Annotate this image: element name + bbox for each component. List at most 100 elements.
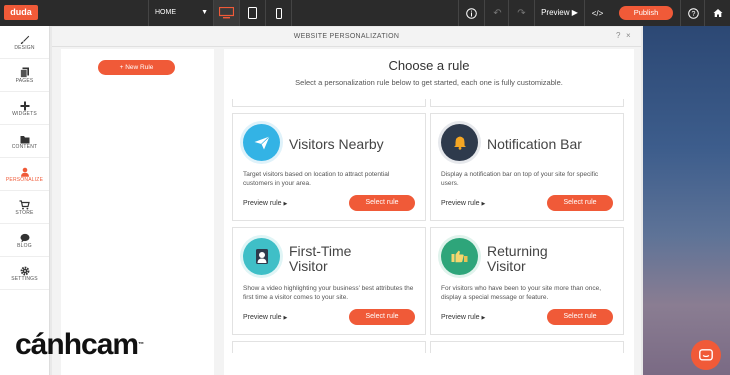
chat-bubble-icon — [0, 230, 49, 243]
card-description: For visitors who have been to your site … — [441, 285, 602, 301]
undo-icon: ↶ — [493, 7, 502, 19]
preview-rule-link[interactable]: Preview rule ▶ — [441, 200, 485, 207]
gear-icon — [0, 263, 49, 276]
code-button[interactable]: </> — [584, 0, 610, 26]
sidebar-item-label: CONTENT — [11, 144, 38, 150]
preview-rule-link[interactable]: Preview rule ▶ — [243, 314, 287, 321]
redo-icon: ↷ — [517, 7, 526, 19]
card-description: Show a video highlighting your business'… — [243, 285, 414, 301]
rule-card-partial — [430, 341, 624, 353]
home-button[interactable] — [704, 0, 730, 26]
sidebar-item-blog[interactable]: BLOG — [0, 224, 49, 257]
sidebar-item-content[interactable]: CONTENT — [0, 125, 49, 158]
play-icon: ▶ — [481, 315, 486, 321]
sidebar-item-label: WIDGETS — [12, 111, 37, 117]
rules-list-panel: + New Rule — [61, 49, 214, 375]
rule-card-partial — [430, 99, 624, 107]
brand-watermark: cánhcam™ — [15, 328, 144, 361]
sidebar-item-label: PAGES — [15, 78, 34, 84]
redo-button[interactable]: ↷ — [508, 0, 534, 26]
desktop-icon — [219, 7, 234, 19]
info-icon — [466, 7, 477, 19]
brush-icon — [0, 32, 49, 44]
sidebar-item-store[interactable]: STORE — [0, 191, 49, 224]
sidebar-item-personalize[interactable]: PERSONALIZE — [0, 158, 49, 191]
close-icon[interactable]: × — [626, 31, 631, 40]
preview-rule-link[interactable]: Preview rule ▶ — [243, 200, 287, 207]
preview-rule-link[interactable]: Preview rule ▶ — [441, 314, 485, 321]
card-title: Visitors Nearby — [289, 136, 384, 152]
sidebar-item-label: PERSONALIZE — [5, 177, 44, 183]
rule-chooser: Choose a rule Select a personalization r… — [224, 49, 634, 375]
page-title: Choose a rule — [388, 58, 470, 73]
card-title: Notification Bar — [487, 136, 582, 152]
modal-title: WEBSITE PERSONALIZATION — [52, 27, 641, 47]
sidebar-item-settings[interactable]: SETTINGS — [0, 257, 49, 290]
mobile-icon — [275, 7, 282, 19]
publish-button[interactable]: Publish — [619, 6, 673, 20]
select-rule-button[interactable]: Select rule — [349, 195, 415, 211]
sidebar-item-design[interactable]: DESIGN — [0, 26, 49, 59]
sidebar-item-label: STORE — [15, 210, 34, 216]
preview-rule-label: Preview rule — [441, 314, 480, 321]
visitor-icon — [243, 238, 280, 275]
card-title-line-2: Visitor — [289, 258, 328, 274]
rule-card-partial — [232, 99, 426, 107]
info-button[interactable] — [458, 0, 484, 26]
preview-rule-label: Preview rule — [243, 314, 282, 321]
card-title: First-Time Visitor — [289, 244, 351, 274]
folder-icon — [0, 131, 49, 144]
code-icon: </> — [591, 8, 604, 18]
thumbs-up-icon — [441, 238, 478, 275]
tablet-icon — [248, 7, 257, 19]
card-title-line-1: First-Time — [289, 243, 352, 259]
select-rule-button[interactable]: Select rule — [349, 309, 415, 325]
preview-label: Preview — [541, 8, 570, 17]
rule-card-partial — [232, 341, 426, 353]
sidebar-item-label: DESIGN — [14, 45, 35, 51]
sidebar-item-label: SETTINGS — [11, 276, 38, 282]
preview-rule-label: Preview rule — [441, 200, 480, 207]
rule-card-returning-visitor[interactable]: Returning Visitor For visitors who have … — [430, 227, 624, 335]
sidebar-item-widgets[interactable]: WIDGETS — [0, 92, 49, 125]
play-icon: ▶ — [481, 201, 486, 207]
card-title: Returning Visitor — [487, 244, 548, 274]
pages-icon — [0, 65, 49, 78]
card-description: Display a notification bar on top of you… — [441, 171, 599, 187]
select-rule-button[interactable]: Select rule — [547, 195, 613, 211]
left-sidebar: DESIGN PAGES WIDGETS CONTENT PERSONALIZE… — [0, 26, 50, 375]
chat-launcher-button[interactable] — [691, 340, 721, 370]
top-bar: duda HOME ▼ ↶ ↷ Preview ▶ </> Publish ? — [0, 0, 730, 26]
paper-plane-icon — [243, 124, 280, 161]
chat-icon — [699, 348, 713, 361]
play-icon: ▶ — [571, 8, 578, 17]
sidebar-item-label: BLOG — [17, 243, 32, 249]
svg-text:?: ? — [692, 11, 696, 18]
undo-button[interactable]: ↶ — [484, 0, 510, 26]
bell-icon — [441, 124, 478, 161]
cart-icon — [0, 197, 49, 210]
help-button[interactable]: ? — [680, 0, 706, 26]
brand-text: cánhcam — [15, 328, 139, 361]
site-preview-background — [643, 26, 730, 375]
card-title-line-2: Visitor — [487, 258, 526, 274]
rule-card-visitors-nearby[interactable]: Visitors Nearby Target visitors based on… — [232, 113, 426, 221]
preview-rule-label: Preview rule — [243, 200, 282, 207]
desktop-view-button[interactable] — [214, 0, 240, 26]
sidebar-item-pages[interactable]: PAGES — [0, 59, 49, 92]
help-icon: ? — [688, 7, 699, 19]
duda-logo[interactable]: duda — [4, 5, 38, 20]
rule-card-notification-bar[interactable]: Notification Bar Display a notification … — [430, 113, 624, 221]
preview-button[interactable]: Preview ▶ — [534, 0, 584, 26]
rule-card-first-time-visitor[interactable]: First-Time Visitor Show a video highligh… — [232, 227, 426, 335]
home-icon — [713, 9, 722, 17]
mobile-view-button[interactable] — [266, 0, 292, 26]
help-icon[interactable]: ? — [616, 31, 620, 40]
new-rule-button[interactable]: + New Rule — [98, 60, 175, 75]
tablet-view-button[interactable] — [240, 0, 266, 26]
personalization-modal: WEBSITE PERSONALIZATION ? × + New Rule C… — [52, 27, 641, 375]
card-title-line-1: Returning — [487, 243, 548, 259]
page-subtitle: Select a personalization rule below to g… — [295, 78, 563, 87]
page-select[interactable]: HOME ▼ — [148, 0, 214, 26]
select-rule-button[interactable]: Select rule — [547, 309, 613, 325]
